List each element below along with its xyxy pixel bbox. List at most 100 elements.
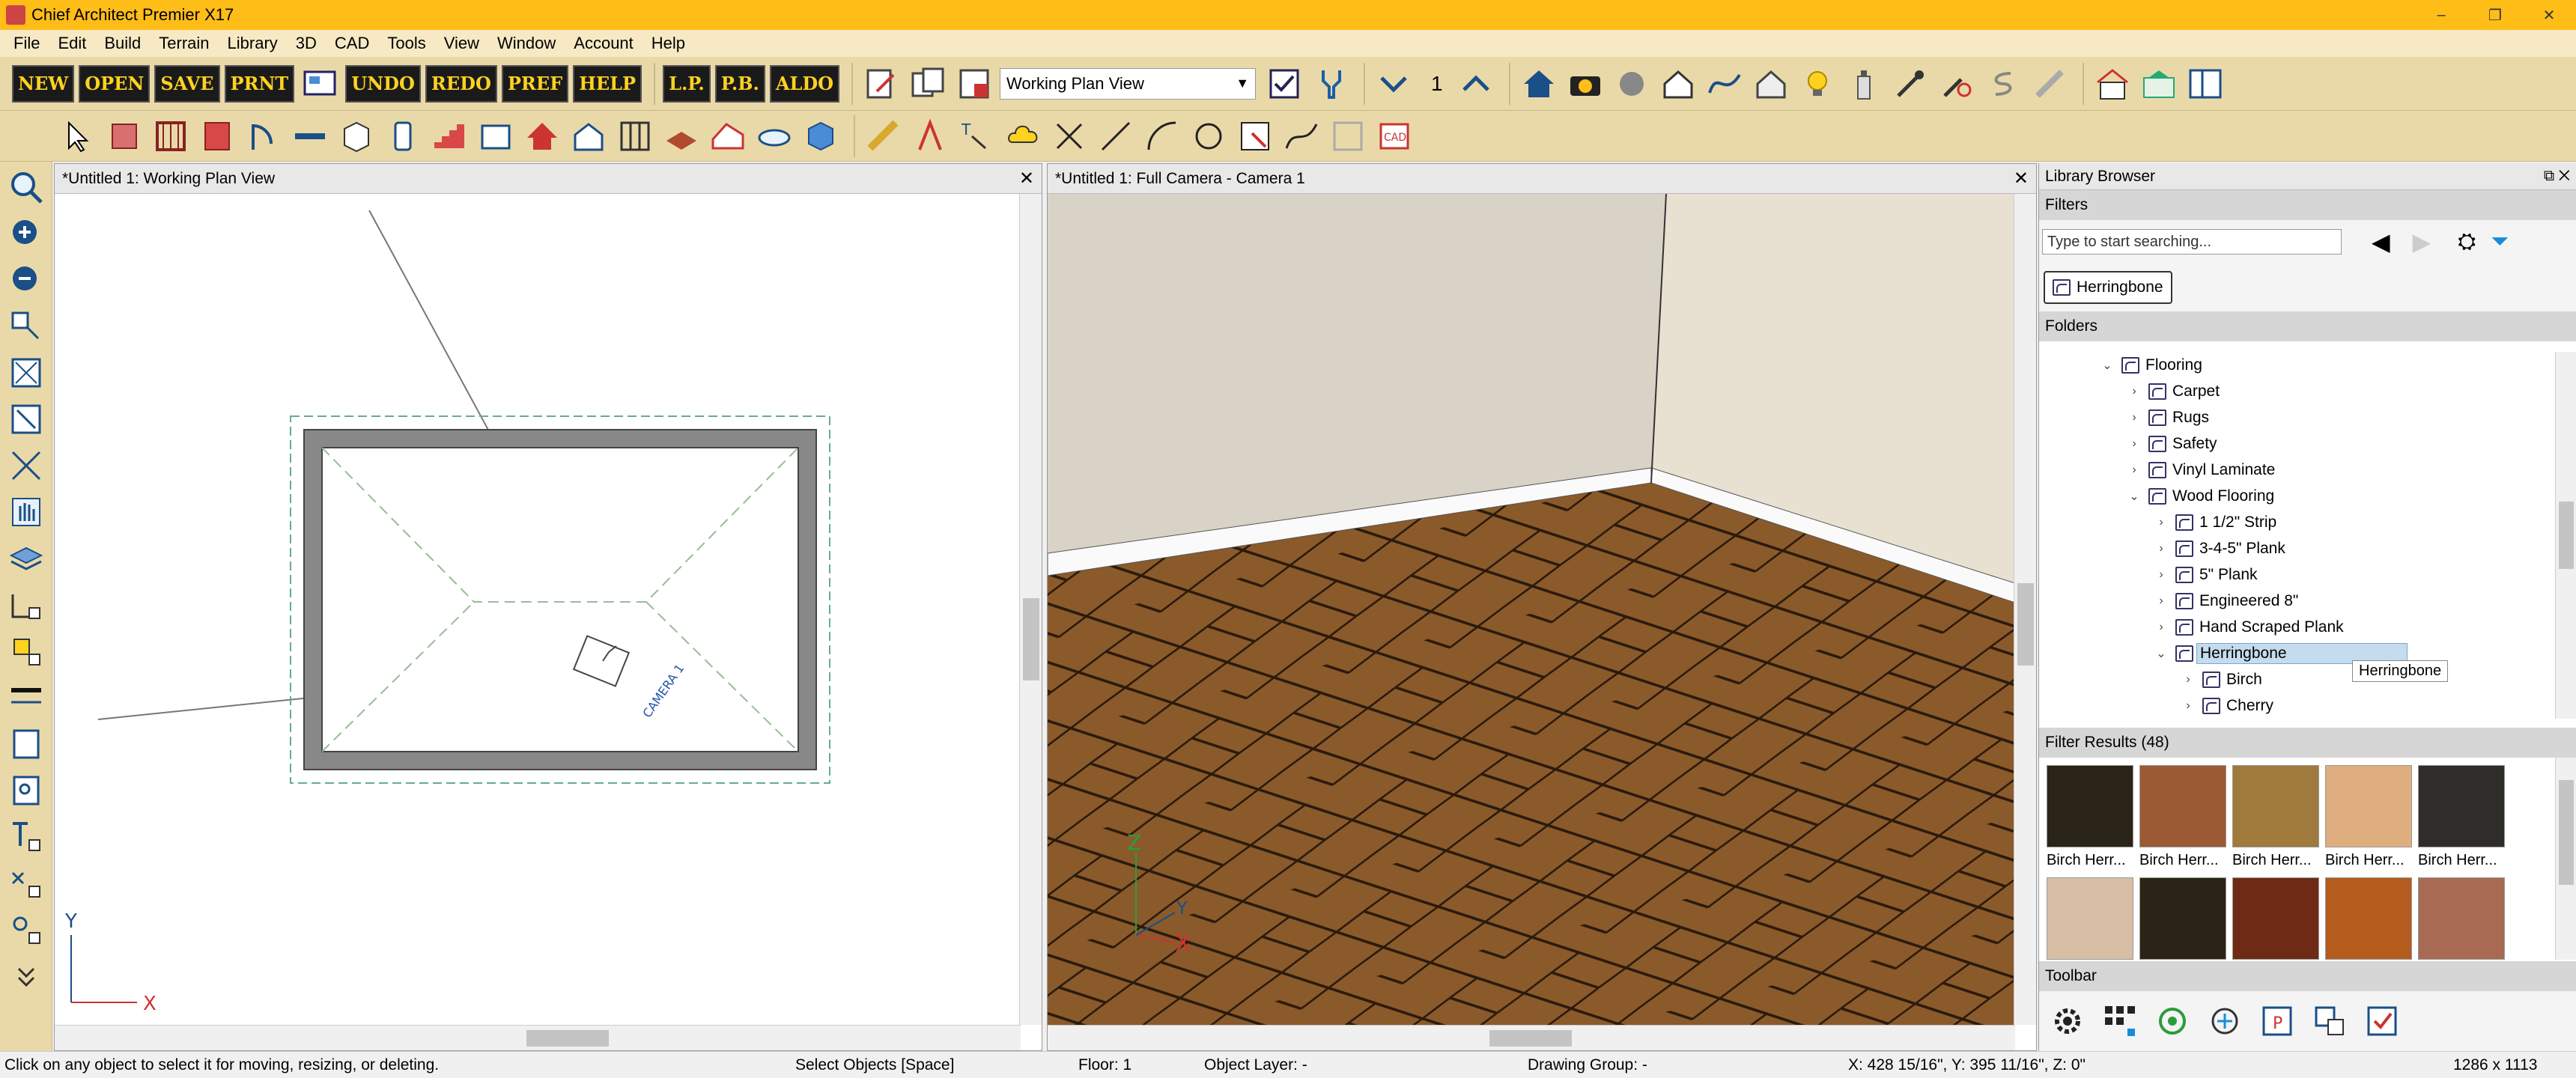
roof-tool-icon[interactable]: [707, 115, 749, 157]
open-button[interactable]: OPEN: [79, 64, 151, 103]
line-tool-icon[interactable]: [1095, 115, 1137, 157]
object-check-icon[interactable]: [5, 630, 47, 672]
plan-save-icon[interactable]: [953, 63, 995, 105]
menu-account[interactable]: Account: [565, 34, 643, 53]
funnel-icon[interactable]: ⏷: [2491, 229, 2509, 255]
close-icon[interactable]: ✕: [2014, 168, 2029, 189]
expander-icon[interactable]: ›: [2153, 516, 2169, 529]
library-3d-icon[interactable]: [2201, 997, 2249, 1045]
print-button[interactable]: PRNT: [224, 64, 295, 103]
new-button[interactable]: NEW: [12, 64, 75, 103]
menu-edit[interactable]: Edit: [49, 34, 95, 53]
zoom-out-icon[interactable]: [5, 259, 47, 301]
tree-item-3-4-5-plank[interactable]: › 3-4-5" Plank: [2039, 535, 2556, 561]
wrench-icon[interactable]: [1310, 63, 1352, 105]
tree-item-birch[interactable]: › Birch: [2039, 666, 2556, 692]
library-search-input[interactable]: Type to start searching...: [2042, 229, 2342, 255]
library-window-controls[interactable]: ⧉ ✕: [2544, 168, 2570, 185]
filter-chip[interactable]: Herringbone: [2044, 271, 2172, 304]
roof-icon[interactable]: [521, 115, 563, 157]
camera-horizontal-scrollbar[interactable]: [1048, 1025, 2015, 1050]
expand-icon[interactable]: [5, 398, 47, 440]
expander-icon[interactable]: ⌄: [2126, 489, 2142, 504]
close-window-button[interactable]: ✕: [2522, 0, 2576, 30]
undo-button[interactable]: UNDO: [345, 64, 421, 103]
arc-tool-icon[interactable]: [1141, 115, 1183, 157]
expander-icon[interactable]: ›: [2153, 542, 2169, 555]
spline-tool-icon[interactable]: [1281, 115, 1322, 157]
cabinet-tool-icon[interactable]: [196, 115, 238, 157]
check-window-icon[interactable]: [1263, 63, 1305, 105]
result-item[interactable]: Birch Herr...: [2418, 765, 2508, 869]
restore-button[interactable]: ❐: [2468, 0, 2522, 30]
delete-x-icon[interactable]: [1048, 115, 1090, 157]
tree-item-engineered[interactable]: › Engineered 8": [2039, 588, 2556, 614]
snap-check-icon[interactable]: [5, 909, 47, 951]
page-icon[interactable]: [5, 723, 47, 765]
forward-arrow-icon[interactable]: ▶: [2413, 228, 2431, 256]
redo-button[interactable]: REDO: [425, 64, 497, 103]
result-item[interactable]: Birch Herr...: [2139, 765, 2229, 869]
cube-icon[interactable]: [800, 115, 842, 157]
tree-item-rugs[interactable]: › Rugs: [2039, 404, 2556, 430]
plan-vertical-scrollbar[interactable]: [1019, 194, 1042, 1025]
line-weight-icon[interactable]: [5, 677, 47, 719]
more-tools-icon[interactable]: [5, 955, 47, 997]
scroll-thumb[interactable]: [2559, 502, 2574, 569]
camera-icon[interactable]: [1564, 63, 1606, 105]
tree-item-strip[interactable]: › 1 1/2" Strip: [2039, 509, 2556, 535]
building-icon[interactable]: [568, 115, 610, 157]
menu-help[interactable]: Help: [643, 34, 694, 53]
expander-icon[interactable]: ›: [2126, 463, 2142, 477]
tree-item-wood-flooring[interactable]: ⌄ Wood Flooring: [2039, 483, 2556, 509]
settings-gear-icon[interactable]: [2044, 997, 2092, 1045]
expander-icon[interactable]: ›: [2126, 385, 2142, 398]
tree-scrollbar[interactable]: [2555, 352, 2576, 719]
preferences-button[interactable]: PREF: [501, 64, 569, 103]
path-icon[interactable]: [1704, 63, 1746, 105]
railing-tool-icon[interactable]: [150, 115, 192, 157]
find-icon[interactable]: [5, 770, 47, 811]
search-library-icon[interactable]: [2148, 997, 2196, 1045]
room-icon[interactable]: [475, 115, 517, 157]
menu-build[interactable]: Build: [95, 34, 150, 53]
tree-item-cherry[interactable]: › Cherry: [2039, 692, 2556, 719]
help-button[interactable]: HELP: [573, 64, 643, 103]
zoom-in-icon[interactable]: [5, 213, 47, 255]
menu-terrain[interactable]: Terrain: [150, 34, 218, 53]
plan-canvas[interactable]: CAMERA 1 Y X: [55, 194, 1021, 1025]
aldo-button[interactable]: ALDO: [769, 64, 840, 103]
expander-icon[interactable]: ›: [2180, 673, 2196, 686]
select-arrow-icon[interactable]: [57, 115, 99, 157]
menu-view[interactable]: View: [435, 34, 488, 53]
box-tool-icon[interactable]: [1234, 115, 1276, 157]
fill-window-all-icon[interactable]: [5, 352, 47, 394]
pb-button[interactable]: P.B.: [714, 64, 765, 103]
tree-item-hand-scraped-plank[interactable]: › Hand Scraped Plank: [2039, 614, 2556, 640]
plan-horizontal-scrollbar[interactable]: [55, 1025, 1021, 1050]
expander-icon[interactable]: ⌄: [2099, 358, 2115, 373]
tree-item-5-plank[interactable]: › 5" Plank: [2039, 561, 2556, 588]
check-library-icon[interactable]: [2358, 997, 2406, 1045]
floor-down-icon[interactable]: [1373, 63, 1415, 105]
stairs-icon[interactable]: [428, 115, 470, 157]
menu-library[interactable]: Library: [219, 34, 287, 53]
cloud-icon[interactable]: [1002, 115, 1044, 157]
cad-grid-icon[interactable]: [1327, 115, 1369, 157]
menu-window[interactable]: Window: [488, 34, 565, 53]
tree-item-herringbone[interactable]: ⌄ Herringbone: [2039, 640, 2556, 666]
text-check-icon[interactable]: [5, 816, 47, 858]
menu-3d[interactable]: 3D: [287, 34, 326, 53]
fill-window-icon[interactable]: [5, 305, 47, 347]
expander-icon[interactable]: ›: [2153, 621, 2169, 634]
lp-button[interactable]: L.P.: [663, 64, 711, 103]
tree-item-vinyl-laminate[interactable]: › Vinyl Laminate: [2039, 457, 2556, 483]
scroll-thumb[interactable]: [2017, 583, 2034, 666]
expand-all-icon[interactable]: [5, 445, 47, 487]
material-painter-icon[interactable]: [1936, 63, 1978, 105]
minimize-button[interactable]: –: [2414, 0, 2468, 30]
room-floor[interactable]: [321, 447, 799, 752]
wall-tool-icon[interactable]: [103, 115, 145, 157]
plan-check-icon[interactable]: [2092, 63, 2133, 105]
cad-block-icon[interactable]: CAD: [1373, 115, 1415, 157]
